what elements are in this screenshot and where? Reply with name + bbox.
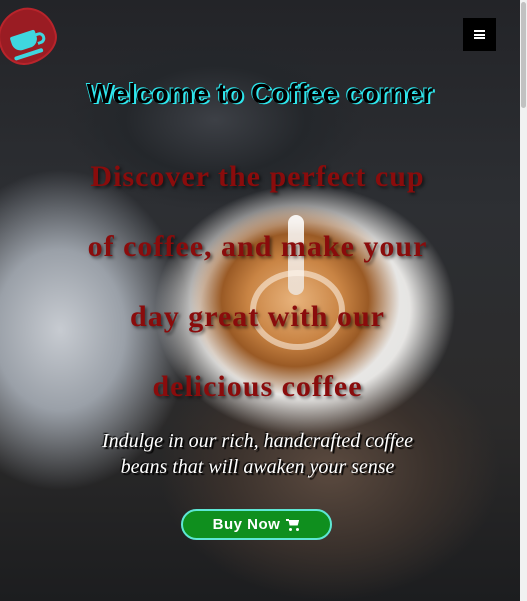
headline-line: Discover the perfect cup	[90, 160, 425, 193]
buy-now-button[interactable]: Buy Now	[181, 509, 332, 540]
menu-button[interactable]	[463, 18, 496, 51]
headline-line: delicious coffee	[152, 370, 363, 403]
logo[interactable]	[0, 0, 64, 72]
tagline-line: Indulge in our rich, handcrafted coffee	[101, 430, 414, 452]
coffee-cup-icon	[0, 3, 47, 61]
welcome-heading: Welcome to Coffee corner	[86, 78, 434, 109]
buy-now-label: Buy Now	[212, 516, 281, 533]
headline-line: day great with our	[130, 300, 385, 333]
headline-line: of coffee, and make your	[87, 230, 428, 263]
hamburger-menu-icon	[474, 30, 485, 39]
hero-section: Welcome to Coffee corner Discover the pe…	[0, 0, 520, 601]
hero-tagline: Indulge in our rich, handcrafted coffee …	[70, 428, 445, 480]
scrollbar-thumb[interactable]	[521, 2, 526, 108]
hero-headline: Discover the perfect cup of coffee, and …	[50, 142, 465, 422]
tagline-line: beans that will awaken your sense	[120, 456, 395, 478]
shopping-cart-icon	[286, 518, 300, 531]
